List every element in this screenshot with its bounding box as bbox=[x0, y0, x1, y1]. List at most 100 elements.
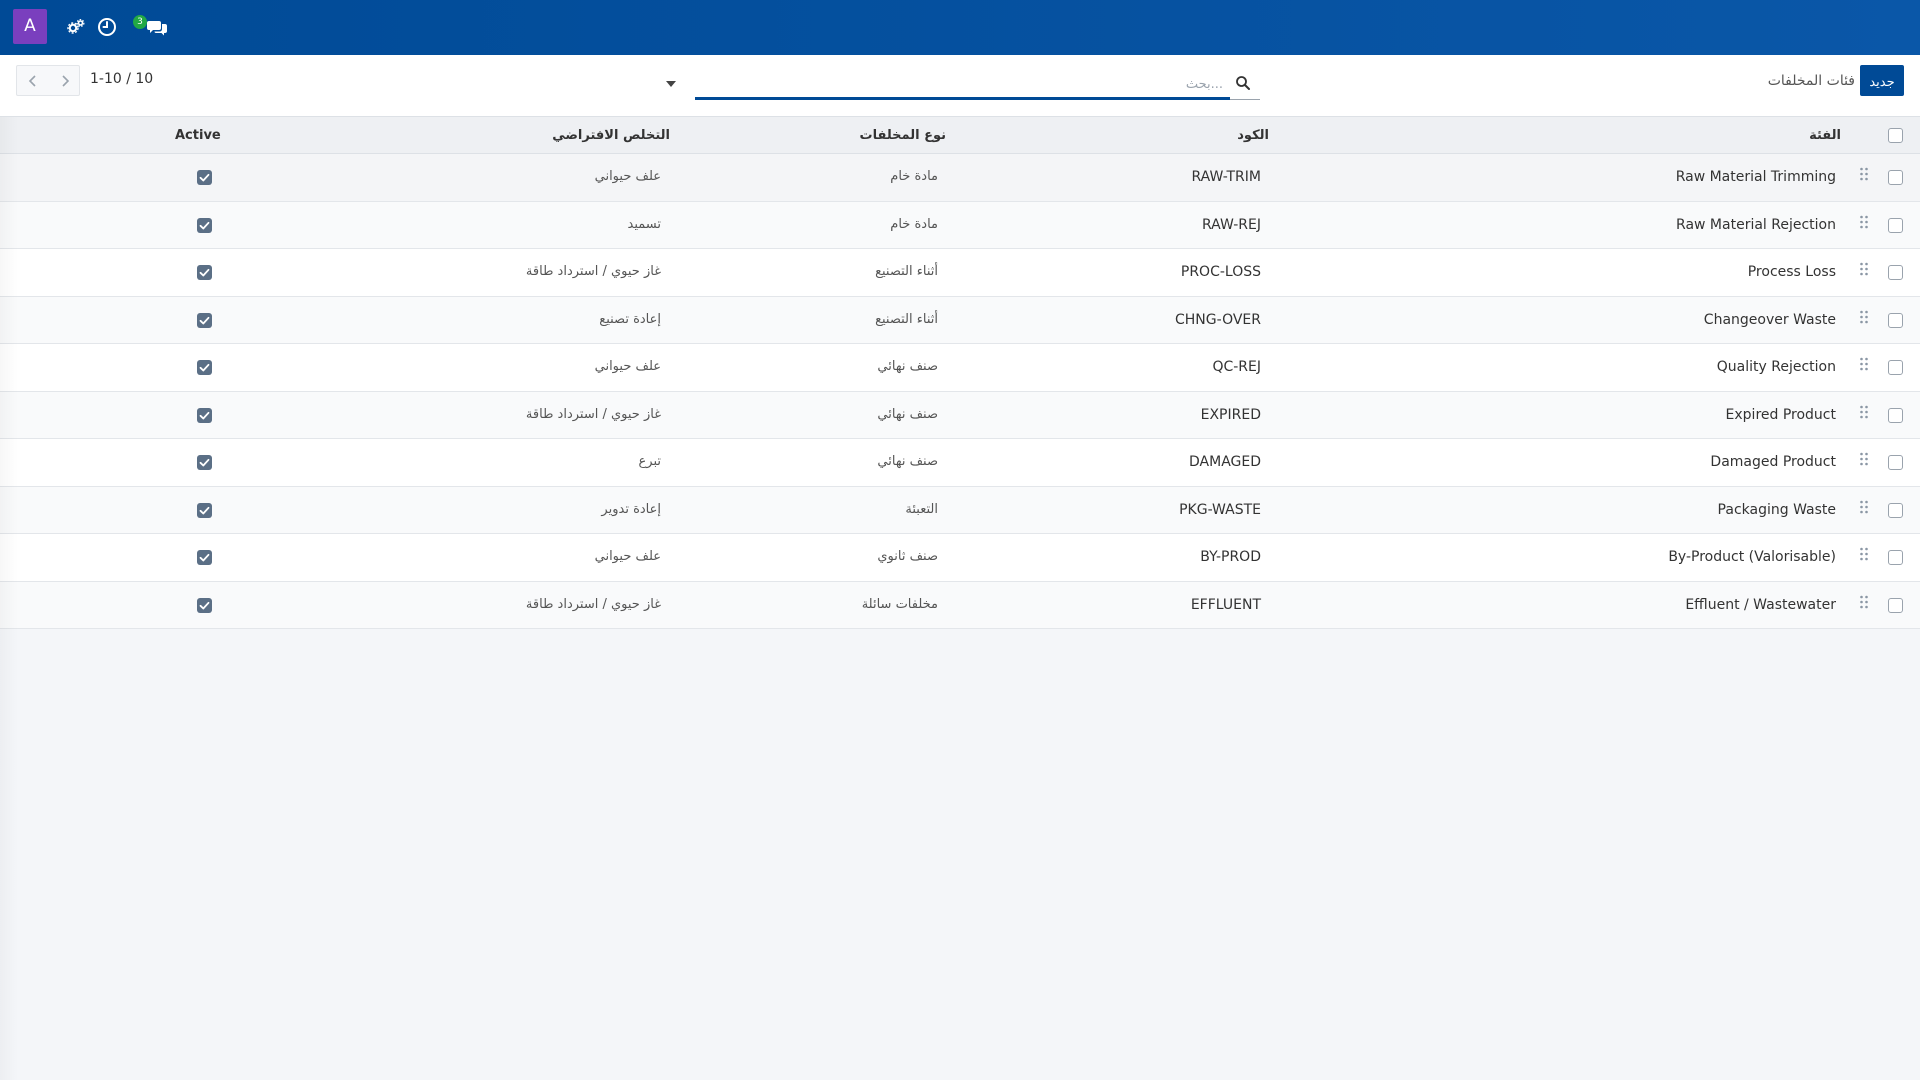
settings-icon[interactable] bbox=[66, 17, 86, 37]
pager-counter[interactable]: 1-10 / 10 bbox=[90, 71, 153, 87]
chevron-right-icon bbox=[61, 75, 69, 87]
search-options-toggle-icon[interactable] bbox=[666, 81, 676, 87]
active-checkbox[interactable] bbox=[197, 407, 212, 423]
cell-category: Changeover Waste bbox=[1703, 311, 1836, 328]
pager-previous-button[interactable] bbox=[17, 66, 48, 95]
cell-waste-type: صنف نهائي bbox=[877, 359, 938, 374]
cell-code: EXPIRED bbox=[1200, 406, 1261, 423]
cell-code: PKG-WASTE bbox=[1179, 501, 1261, 518]
cell-code: DAMAGED bbox=[1189, 454, 1261, 470]
active-checkbox[interactable] bbox=[197, 455, 212, 470]
cell-default-disposal: علف حيواني bbox=[594, 169, 661, 184]
drag-handle-icon[interactable] bbox=[1858, 404, 1870, 422]
row-select-checkbox[interactable] bbox=[1888, 312, 1903, 328]
select-all-checkbox[interactable] bbox=[1888, 128, 1903, 143]
table-header: الفئة الكود نوع المخلفات التخلص الافتراض… bbox=[0, 117, 1920, 154]
cell-waste-type: مخلفات سائلة bbox=[861, 596, 938, 612]
new-button[interactable]: جديد bbox=[1860, 65, 1904, 96]
row-select-checkbox[interactable] bbox=[1888, 217, 1903, 233]
drag-handle-icon[interactable] bbox=[1858, 594, 1870, 612]
cell-default-disposal: إعادة تصنيع bbox=[599, 311, 661, 327]
row-select-checkbox[interactable] bbox=[1888, 407, 1903, 423]
active-checkbox[interactable] bbox=[197, 170, 212, 185]
clock-icon[interactable] bbox=[97, 17, 117, 37]
table-row[interactable]: Process Loss PROC-LOSS أثناء التصنيع غاز حي… bbox=[0, 249, 1920, 297]
pager-buttons bbox=[16, 65, 80, 96]
cell-default-disposal: علف حيواني bbox=[594, 549, 661, 564]
cell-waste-type: التعبئة bbox=[905, 501, 938, 517]
cell-category: Raw Material Trimming bbox=[1675, 169, 1836, 185]
drag-handle-icon[interactable] bbox=[1858, 451, 1870, 469]
cell-category: Raw Material Rejection bbox=[1676, 216, 1836, 233]
active-checkbox[interactable] bbox=[197, 550, 212, 565]
pager-next-button[interactable] bbox=[49, 66, 80, 95]
table-row[interactable]: Quality Rejection QC-REJ صنف نهائي علف حيوا… bbox=[0, 344, 1920, 392]
cell-waste-type: أثناء التصنيع bbox=[875, 311, 938, 327]
table-row[interactable]: Damaged Product DAMAGED صنف نهائي تبرع bbox=[0, 439, 1920, 487]
active-checkbox[interactable] bbox=[197, 217, 212, 233]
cell-code: RAW-REJ bbox=[1201, 216, 1261, 233]
drag-handle-icon[interactable] bbox=[1858, 261, 1870, 279]
row-select-checkbox[interactable] bbox=[1888, 502, 1903, 518]
cell-category: Expired Product bbox=[1725, 406, 1836, 423]
row-select-checkbox[interactable] bbox=[1888, 360, 1903, 375]
row-select-checkbox[interactable] bbox=[1888, 597, 1903, 613]
search-bar bbox=[660, 69, 1260, 101]
user-avatar[interactable]: A bbox=[13, 9, 47, 44]
cell-waste-type: صنف نهائي bbox=[877, 454, 938, 469]
row-select-checkbox[interactable] bbox=[1888, 455, 1903, 470]
cell-default-disposal: غاز حيوي / استرداد طاقة bbox=[525, 596, 661, 612]
control-panel: جديد فئات المخلفات 1-10 / 10 bbox=[0, 55, 1920, 117]
checkmark-icon bbox=[199, 221, 210, 229]
active-checkbox[interactable] bbox=[197, 597, 212, 613]
active-checkbox[interactable] bbox=[197, 502, 212, 518]
table-row[interactable]: Packaging Waste PKG-WASTE التعبئة إعادة تدو… bbox=[0, 486, 1920, 534]
cell-default-disposal: غاز حيوي / استرداد طاقة bbox=[525, 264, 661, 279]
search-input[interactable] bbox=[695, 73, 1225, 95]
cell-category: Packaging Waste bbox=[1717, 501, 1836, 518]
checkmark-icon bbox=[199, 411, 210, 419]
cell-code: CHNG-OVER bbox=[1175, 311, 1261, 328]
cell-code: EFFLUENT bbox=[1190, 596, 1261, 613]
cell-category: Damaged Product bbox=[1710, 454, 1836, 470]
table-row[interactable]: Raw Material Rejection RAW-REJ مادة خام تسم… bbox=[0, 201, 1920, 249]
checkmark-icon bbox=[199, 458, 210, 467]
row-select-checkbox[interactable] bbox=[1888, 265, 1903, 280]
cell-default-disposal: إعادة تدوير bbox=[601, 501, 661, 517]
header-category[interactable]: الفئة bbox=[1809, 128, 1841, 143]
row-select-checkbox[interactable] bbox=[1888, 170, 1903, 185]
cell-waste-type: صنف نهائي bbox=[877, 406, 938, 422]
drag-handle-icon[interactable] bbox=[1858, 309, 1870, 327]
header-code[interactable]: الكود bbox=[1237, 128, 1269, 143]
table-row[interactable]: Effluent / Wastewater EFFLUENT مخلفات سائل… bbox=[0, 581, 1920, 629]
table-row[interactable]: Changeover Waste CHNG-OVER أثناء التصنيع إع… bbox=[0, 296, 1920, 344]
checkmark-icon bbox=[199, 553, 210, 562]
drag-handle-icon[interactable] bbox=[1858, 166, 1870, 184]
header-default-disposal[interactable]: التخلص الافتراضي bbox=[552, 128, 670, 143]
chevron-left-icon bbox=[28, 75, 36, 87]
cell-waste-type: صنف ثانوي bbox=[877, 549, 938, 564]
active-checkbox[interactable] bbox=[197, 312, 212, 328]
drag-handle-icon[interactable] bbox=[1858, 356, 1870, 374]
row-select-checkbox[interactable] bbox=[1888, 550, 1903, 565]
cell-default-disposal: غاز حيوي / استرداد طاقة bbox=[525, 406, 661, 422]
list-table: الفئة الكود نوع المخلفات التخلص الافتراض… bbox=[0, 117, 1920, 629]
header-active[interactable]: Active bbox=[175, 128, 221, 143]
table-row[interactable]: By-Product (Valorisable) BY-PROD صنف ثانوي… bbox=[0, 534, 1920, 582]
active-checkbox[interactable] bbox=[197, 265, 212, 280]
drag-handle-icon[interactable] bbox=[1858, 214, 1870, 232]
cell-code: RAW-TRIM bbox=[1191, 169, 1261, 185]
search-icon[interactable] bbox=[1235, 75, 1251, 91]
cell-category: Effluent / Wastewater bbox=[1685, 596, 1836, 613]
chat-icon[interactable] bbox=[146, 17, 168, 37]
cell-code: PROC-LOSS bbox=[1180, 264, 1261, 280]
drag-handle-icon[interactable] bbox=[1858, 499, 1870, 517]
header-waste-type[interactable]: نوع المخلفات bbox=[860, 128, 946, 143]
checkmark-icon bbox=[199, 506, 210, 514]
table-row[interactable]: Raw Material Trimming RAW-TRIM مادة خام علف… bbox=[0, 154, 1920, 202]
active-checkbox[interactable] bbox=[197, 360, 212, 375]
table-body: Raw Material Trimming RAW-TRIM مادة خام علف… bbox=[0, 154, 1920, 629]
table-row[interactable]: Expired Product EXPIRED صنف نهائي غاز حيوي … bbox=[0, 391, 1920, 439]
drag-handle-icon[interactable] bbox=[1858, 546, 1870, 564]
cell-waste-type: مادة خام bbox=[890, 216, 938, 232]
